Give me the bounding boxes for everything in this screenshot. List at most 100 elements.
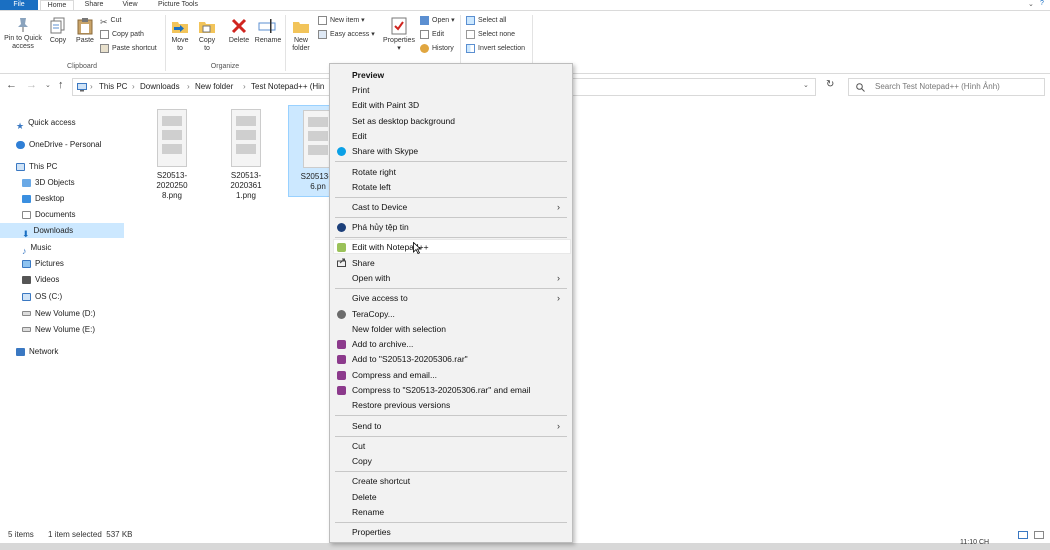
menu-new-folder-with-selection[interactable]: New folder with selection: [352, 322, 446, 336]
menu-copy[interactable]: Copy: [352, 454, 372, 468]
menu-teracopy[interactable]: TeraCopy...: [352, 307, 395, 321]
new-folder-button[interactable]: New folder: [288, 17, 314, 53]
address-history-chevron-icon[interactable]: ⌄: [803, 81, 809, 89]
menu-print[interactable]: Print: [352, 83, 369, 97]
file-item[interactable]: S20513-2020361 1.png: [216, 105, 276, 200]
crumb-separator: ›: [187, 82, 190, 91]
menu-create-shortcut[interactable]: Create shortcut: [352, 474, 410, 488]
image-thumbnail-icon: [231, 109, 261, 167]
paste-button[interactable]: Paste: [73, 17, 97, 45]
menu-delete[interactable]: Delete: [352, 490, 377, 504]
back-arrow-icon[interactable]: ←: [6, 79, 17, 91]
large-icons-view-icon[interactable]: [1034, 531, 1044, 539]
crumb-separator: ›: [90, 82, 93, 91]
nav-music[interactable]: ♪ Music: [0, 240, 124, 256]
menu-compress-to-rar-and-email[interactable]: Compress to "S20513-20205306.rar" and em…: [352, 383, 531, 397]
nav-network[interactable]: Network: [0, 344, 124, 359]
menu-edit-with-paint-3d[interactable]: Edit with Paint 3D: [352, 98, 419, 112]
menu-preview[interactable]: Preview: [352, 68, 384, 82]
pin-to-quick-access-button[interactable]: Pin to Quick access: [2, 17, 44, 51]
menu-separator: [335, 471, 567, 472]
copy-button[interactable]: Copy: [46, 17, 70, 45]
nav-os-c[interactable]: OS (C:): [0, 289, 124, 304]
nav-3d-objects[interactable]: 3D Objects: [0, 175, 124, 190]
crumb-this-pc[interactable]: This PC: [99, 82, 127, 91]
menu-rotate-right[interactable]: Rotate right: [352, 165, 396, 179]
menu-set-desktop-background[interactable]: Set as desktop background: [352, 114, 455, 128]
crumb-test-notepad[interactable]: Test Notepad++ (Hin: [251, 82, 324, 91]
collapse-ribbon-icon[interactable]: ⌄: [1028, 0, 1034, 8]
menu-rename[interactable]: Rename: [352, 505, 384, 519]
network-icon: [16, 347, 25, 356]
search-input[interactable]: Search Test Notepad++ (Hình Ảnh): [848, 78, 1045, 96]
notepad-plus-plus-icon: [337, 243, 346, 252]
desktop-icon: [22, 194, 31, 203]
tab-share[interactable]: Share: [78, 0, 110, 10]
copy-path-button[interactable]: Copy path: [100, 29, 144, 41]
file-item[interactable]: S20513-2020250 8.png: [142, 105, 202, 200]
nav-pictures[interactable]: Pictures: [0, 256, 124, 271]
tab-file[interactable]: File: [0, 0, 38, 10]
menu-compress-and-email[interactable]: Compress and email...: [352, 368, 437, 382]
winrar-icon: [337, 355, 346, 364]
menu-add-to-rar[interactable]: Add to "S20513-20205306.rar": [352, 352, 468, 366]
nav-videos[interactable]: Videos: [0, 272, 124, 287]
3d-objects-icon: [22, 178, 31, 187]
select-all-button[interactable]: Select all: [466, 15, 506, 27]
image-thumbnail-icon: [157, 109, 187, 167]
move-to-button[interactable]: Move to: [168, 17, 192, 53]
menu-restore-previous-versions[interactable]: Restore previous versions: [352, 398, 450, 412]
recent-locations-chevron-icon[interactable]: ⌄: [45, 81, 51, 89]
menu-share[interactable]: Share: [352, 256, 375, 270]
tab-picture-tools[interactable]: Picture Tools: [150, 0, 206, 10]
cut-button[interactable]: ✂ Cut: [100, 15, 121, 27]
menu-rotate-left[interactable]: Rotate left: [352, 180, 391, 194]
clipboard-group-label: Clipboard: [67, 63, 97, 70]
menu-send-to[interactable]: Send to: [352, 419, 381, 433]
search-icon: [856, 83, 865, 92]
nav-downloads[interactable]: ⬇ Downloads: [0, 223, 124, 239]
edit-button[interactable]: Edit: [420, 29, 444, 41]
menu-shred-file[interactable]: Phá hủy tệp tin: [352, 220, 409, 234]
crumb-new-folder[interactable]: New folder: [195, 82, 233, 91]
delete-button[interactable]: Delete: [225, 17, 253, 45]
menu-edit[interactable]: Edit: [352, 129, 367, 143]
menu-share-with-skype[interactable]: Share with Skype: [352, 144, 418, 158]
submenu-arrow-icon: ›: [557, 293, 560, 303]
copy-to-button[interactable]: Copy to: [195, 17, 219, 53]
menu-open-with[interactable]: Open with: [352, 271, 390, 285]
menu-give-access-to[interactable]: Give access to: [352, 291, 408, 305]
nav-desktop[interactable]: Desktop: [0, 191, 124, 206]
nav-new-volume-e[interactable]: New Volume (E:): [0, 322, 124, 337]
easy-access-button[interactable]: Easy access ▾: [318, 29, 375, 41]
select-none-button[interactable]: Select none: [466, 29, 515, 41]
tab-home[interactable]: Home: [40, 0, 74, 10]
nav-this-pc[interactable]: This PC: [0, 159, 124, 174]
open-button[interactable]: Open ▾: [420, 15, 455, 27]
nav-documents[interactable]: Documents: [0, 207, 124, 222]
tab-view[interactable]: View: [114, 0, 146, 10]
rename-button[interactable]: Rename: [253, 17, 283, 45]
menu-cut[interactable]: Cut: [352, 439, 365, 453]
forward-arrow-icon[interactable]: →: [26, 79, 37, 91]
menu-separator: [335, 522, 567, 523]
nav-quick-access[interactable]: ★ Quick access: [0, 115, 124, 131]
menu-properties[interactable]: Properties: [352, 525, 391, 539]
menu-separator: [335, 288, 567, 289]
refresh-icon[interactable]: ↻: [826, 79, 834, 90]
properties-button[interactable]: Properties ▾: [382, 17, 416, 53]
nav-new-volume-d[interactable]: New Volume (D:): [0, 306, 124, 321]
details-view-icon[interactable]: [1018, 531, 1028, 539]
up-arrow-icon[interactable]: ↑: [58, 79, 64, 91]
history-button[interactable]: History: [420, 43, 454, 55]
new-item-button[interactable]: New item ▾: [318, 15, 365, 27]
menu-cast-to-device[interactable]: Cast to Device: [352, 200, 407, 214]
paste-shortcut-button[interactable]: Paste shortcut: [100, 43, 157, 55]
menu-add-to-archive[interactable]: Add to archive...: [352, 337, 413, 351]
new-folder-icon: [293, 22, 309, 33]
crumb-downloads[interactable]: Downloads: [140, 82, 180, 91]
invert-selection-button[interactable]: Invert selection: [466, 43, 525, 55]
help-icon[interactable]: ?: [1040, 0, 1044, 7]
copy-icon: [50, 17, 65, 34]
nav-onedrive[interactable]: OneDrive - Personal: [0, 137, 124, 152]
